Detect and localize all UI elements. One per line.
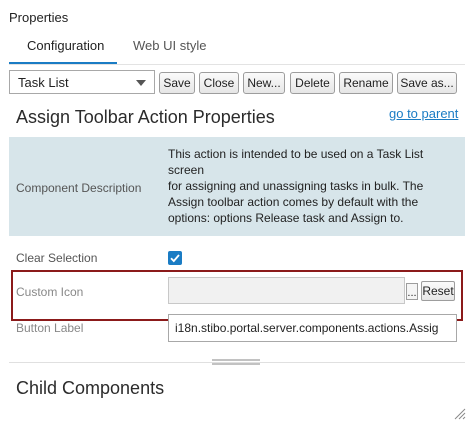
tab-web-ui-style[interactable]: Web UI style [133,38,206,53]
chevron-down-icon [136,80,146,86]
tab-configuration[interactable]: Configuration [27,38,104,53]
reset-button[interactable]: Reset [421,281,455,301]
description-line: for assigning and unassigning tasks in b… [168,179,424,193]
new-button[interactable]: New... [243,72,285,94]
component-type-value: Task List [18,75,69,90]
description-line: This action is intended to be used on a … [168,147,424,161]
browse-button[interactable]: ... [406,283,418,300]
description-line: screen [168,163,205,177]
save-button[interactable]: Save [159,72,195,94]
custom-icon-label: Custom Icon [16,285,84,299]
rename-button[interactable]: Rename [339,72,393,94]
component-description-text: This action is intended to be used on a … [168,146,460,226]
checkmark-icon [170,254,180,263]
delete-button[interactable]: Delete [290,72,335,94]
page-title: Assign Toolbar Action Properties [16,107,275,127]
tabs-divider [9,64,465,65]
clear-selection-label: Clear Selection [16,251,98,265]
button-label-label: Button Label [16,321,84,335]
custom-icon-input[interactable] [168,277,405,304]
clear-selection-checkbox[interactable] [168,251,182,265]
component-description-label: Component Description [16,181,142,195]
panel-title: Properties [9,10,69,25]
go-to-parent-link[interactable]: go to parent [389,106,458,121]
save-as-button[interactable]: Save as... [397,72,457,94]
component-type-select[interactable]: Task List [9,70,155,94]
description-line: Assign toolbar action comes by default w… [168,195,419,209]
description-line: options: options Release task and Assign… [168,211,404,225]
button-label-input[interactable]: i18n.stibo.portal.server.components.acti… [168,314,457,342]
close-button[interactable]: Close [199,72,239,94]
child-components-title: Child Components [16,378,165,398]
splitter-handle[interactable] [212,359,260,365]
resize-grip-icon[interactable] [452,406,466,420]
